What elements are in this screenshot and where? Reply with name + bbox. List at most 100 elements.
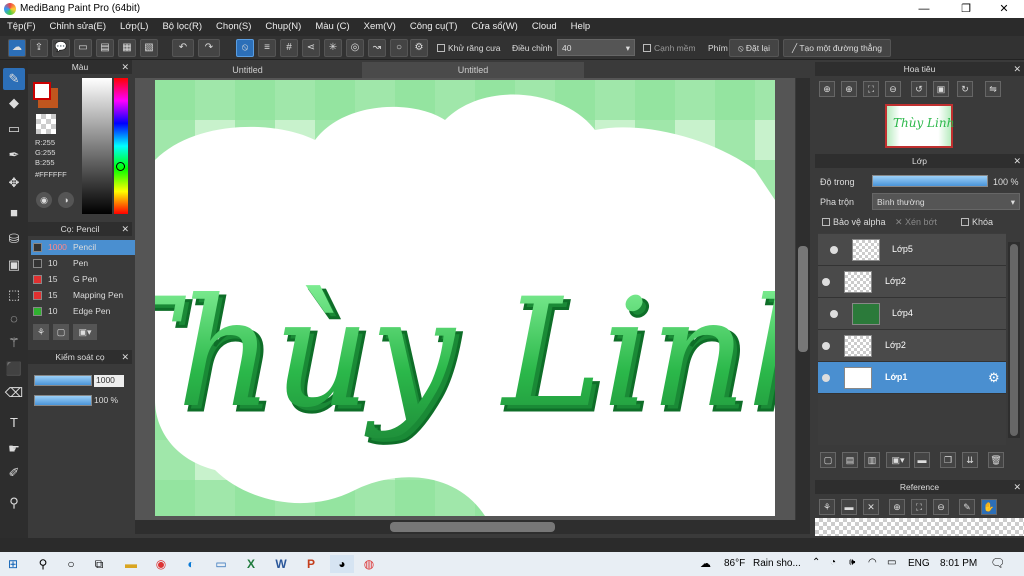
undo-button[interactable]: ↶ <box>172 39 194 57</box>
speaker-icon[interactable]: 🕪 <box>849 557 855 568</box>
menu-capture[interactable]: Chụp(N) <box>258 18 308 36</box>
bucket-tool-icon[interactable]: ⛁ <box>3 228 25 250</box>
brush-row[interactable]: 10 Pen <box>31 256 143 271</box>
trash-icon[interactable]: 🗑 <box>988 452 1004 468</box>
ref-zoom-out-icon[interactable]: ⊖ <box>933 499 949 515</box>
ref-add-icon[interactable]: ⚘ <box>819 499 835 515</box>
maximize-button[interactable]: ❐ <box>946 0 986 18</box>
layer-row[interactable]: Lớp4 <box>818 298 1006 330</box>
ref-fit-icon[interactable]: ⛶ <box>911 499 927 515</box>
size-value[interactable]: 1000 <box>94 375 124 387</box>
speech-bubble-icon[interactable]: 💬 <box>52 39 70 57</box>
select-eraser-tool-icon[interactable]: ⌫ <box>3 382 25 404</box>
horizontal-scrollbar[interactable] <box>135 520 810 534</box>
hue-slider[interactable] <box>114 78 128 214</box>
brush-row[interactable]: 15 G Pen <box>31 272 143 287</box>
lasso-tool-icon[interactable]: ◌ <box>3 308 25 330</box>
new-text-layer-icon[interactable]: ▥ <box>864 452 880 468</box>
select-pen-tool-icon[interactable]: ⬛ <box>3 358 25 380</box>
edge-browser-icon[interactable]: ◐ <box>182 555 200 573</box>
zoom-in-icon[interactable]: ⊕ <box>819 81 835 97</box>
panel-close-icon[interactable]: ✕ <box>1013 480 1021 494</box>
ref-close-icon[interactable]: ✕ <box>863 499 879 515</box>
widgets-icon[interactable]: ⧉ <box>90 555 108 573</box>
brush-row[interactable]: 15 Mapping Pen <box>31 288 143 303</box>
adjust-select[interactable]: 40 ▾ <box>557 39 635 56</box>
reset-button[interactable]: ⦸ Đặt lại <box>729 39 779 57</box>
canvas[interactable]: Thùy Linh Thùy Linh <box>155 80 775 516</box>
text-tool-icon[interactable]: T <box>3 412 25 434</box>
select-rect-tool-icon[interactable]: ⬚ <box>3 284 25 306</box>
task-view-icon[interactable]: ○ <box>62 555 80 573</box>
panel-close-icon[interactable]: ✕ <box>1013 154 1021 168</box>
cloud-icon[interactable]: ☁ <box>8 39 26 57</box>
tab-untitled-2[interactable]: Untitled <box>362 62 584 78</box>
ref-folder-icon[interactable]: ▬ <box>841 499 857 515</box>
new-halftone-layer-icon[interactable]: ▤ <box>842 452 858 468</box>
soft-edge-checkbox[interactable]: Cạnh mềm <box>643 43 696 53</box>
lock-checkbox[interactable]: Khóa <box>961 217 993 227</box>
eye-icon[interactable] <box>830 246 838 254</box>
zoom-out-icon[interactable]: ⊖ <box>885 81 901 97</box>
file-explorer-icon[interactable]: ▬ <box>122 555 140 573</box>
eraser-tool-icon[interactable]: ◆ <box>3 92 25 114</box>
tray-app-icon[interactable]: ◔ <box>830 557 836 568</box>
opacity-slider[interactable] <box>34 395 92 406</box>
close-button[interactable]: ✕ <box>984 0 1024 18</box>
curve-snap-icon[interactable]: ↝ <box>368 39 386 57</box>
ref-eyedropper-icon[interactable]: ✎ <box>959 499 975 515</box>
app-red-icon[interactable]: ◉ <box>152 555 170 573</box>
vertical-scrollbar[interactable] <box>796 78 810 520</box>
horizontal-scroll-thumb[interactable] <box>390 522 555 532</box>
weather-icon[interactable]: ☁ <box>700 557 711 570</box>
panel-icon[interactable]: ▦ <box>118 39 136 57</box>
antialias-checkbox[interactable]: Khử răng cưa <box>437 43 501 53</box>
layer-opacity-slider[interactable] <box>872 175 988 187</box>
brush-tool-icon[interactable]: ✎ <box>3 68 25 90</box>
add-layer-menu-icon[interactable]: ▣▾ <box>886 452 910 468</box>
panel-close-icon[interactable]: ✕ <box>121 60 129 74</box>
brush-add-icon[interactable]: ⚘ <box>33 324 49 340</box>
minimize-button[interactable]: — <box>904 0 944 18</box>
fit-icon[interactable]: ⛶ <box>863 81 879 97</box>
ellipse-snap-icon[interactable]: ○ <box>390 39 408 57</box>
eye-icon[interactable] <box>830 310 838 318</box>
size-slider[interactable] <box>34 375 92 386</box>
word-icon[interactable]: W <box>272 555 290 573</box>
merge-layer-icon[interactable]: ⇊ <box>962 452 978 468</box>
circle-snap-icon[interactable]: ◎ <box>346 39 364 57</box>
brush-page-icon[interactable]: ▢ <box>53 324 69 340</box>
medibang-taskbar-icon[interactable]: ◕ <box>330 555 354 573</box>
layer-row[interactable]: Lớp5 <box>818 234 1006 266</box>
start-icon[interactable]: ⊞ <box>4 555 22 573</box>
clipping-checkbox[interactable]: ✕ Xén bớt <box>895 217 937 228</box>
palette-add-icon[interactable]: ◑ <box>58 192 74 208</box>
brush-row[interactable]: 10 Edge Pen <box>31 304 143 319</box>
eye-icon[interactable] <box>822 342 830 350</box>
menu-tools[interactable]: Công cụ(T) <box>403 18 465 36</box>
folder-icon[interactable]: ▬ <box>914 452 930 468</box>
duplicate-layer-icon[interactable]: ❐ <box>940 452 956 468</box>
grid-snap-icon[interactable]: # <box>280 39 298 57</box>
menu-file[interactable]: Tệp(F) <box>0 18 43 36</box>
menu-edit[interactable]: Chỉnh sửa(E) <box>43 18 114 36</box>
layer-row[interactable]: Lớp2 <box>818 330 1006 362</box>
clock[interactable]: 8:01 PM <box>940 558 977 569</box>
ref-zoom-in-icon[interactable]: ⊕ <box>889 499 905 515</box>
flip-icon[interactable]: ⇋ <box>985 81 1001 97</box>
upload-icon[interactable]: ⇪ <box>30 39 48 57</box>
notification-icon[interactable]: 🗨 <box>990 556 1005 570</box>
eyedropper-tool-icon[interactable]: ⚲ <box>3 492 25 514</box>
ref-hand-icon[interactable]: ✋ <box>981 499 997 515</box>
move-tool-icon[interactable]: ✥ <box>3 172 25 194</box>
layer-scroll-thumb[interactable] <box>1010 244 1018 436</box>
protect-alpha-checkbox[interactable]: Bảo vệ alpha <box>822 217 886 227</box>
wifi-icon[interactable]: ◠ <box>868 557 877 568</box>
search-icon[interactable]: ⚲ <box>34 555 52 573</box>
menu-window[interactable]: Cửa sổ(W) <box>464 18 524 36</box>
redo-button[interactable]: ↷ <box>198 39 220 57</box>
menu-help[interactable]: Help <box>564 18 598 36</box>
menu-color[interactable]: Màu (C) <box>308 18 356 36</box>
brush-menu-icon[interactable]: ▣▾ <box>73 324 97 340</box>
parallel-snap-icon[interactable]: ≡ <box>258 39 276 57</box>
